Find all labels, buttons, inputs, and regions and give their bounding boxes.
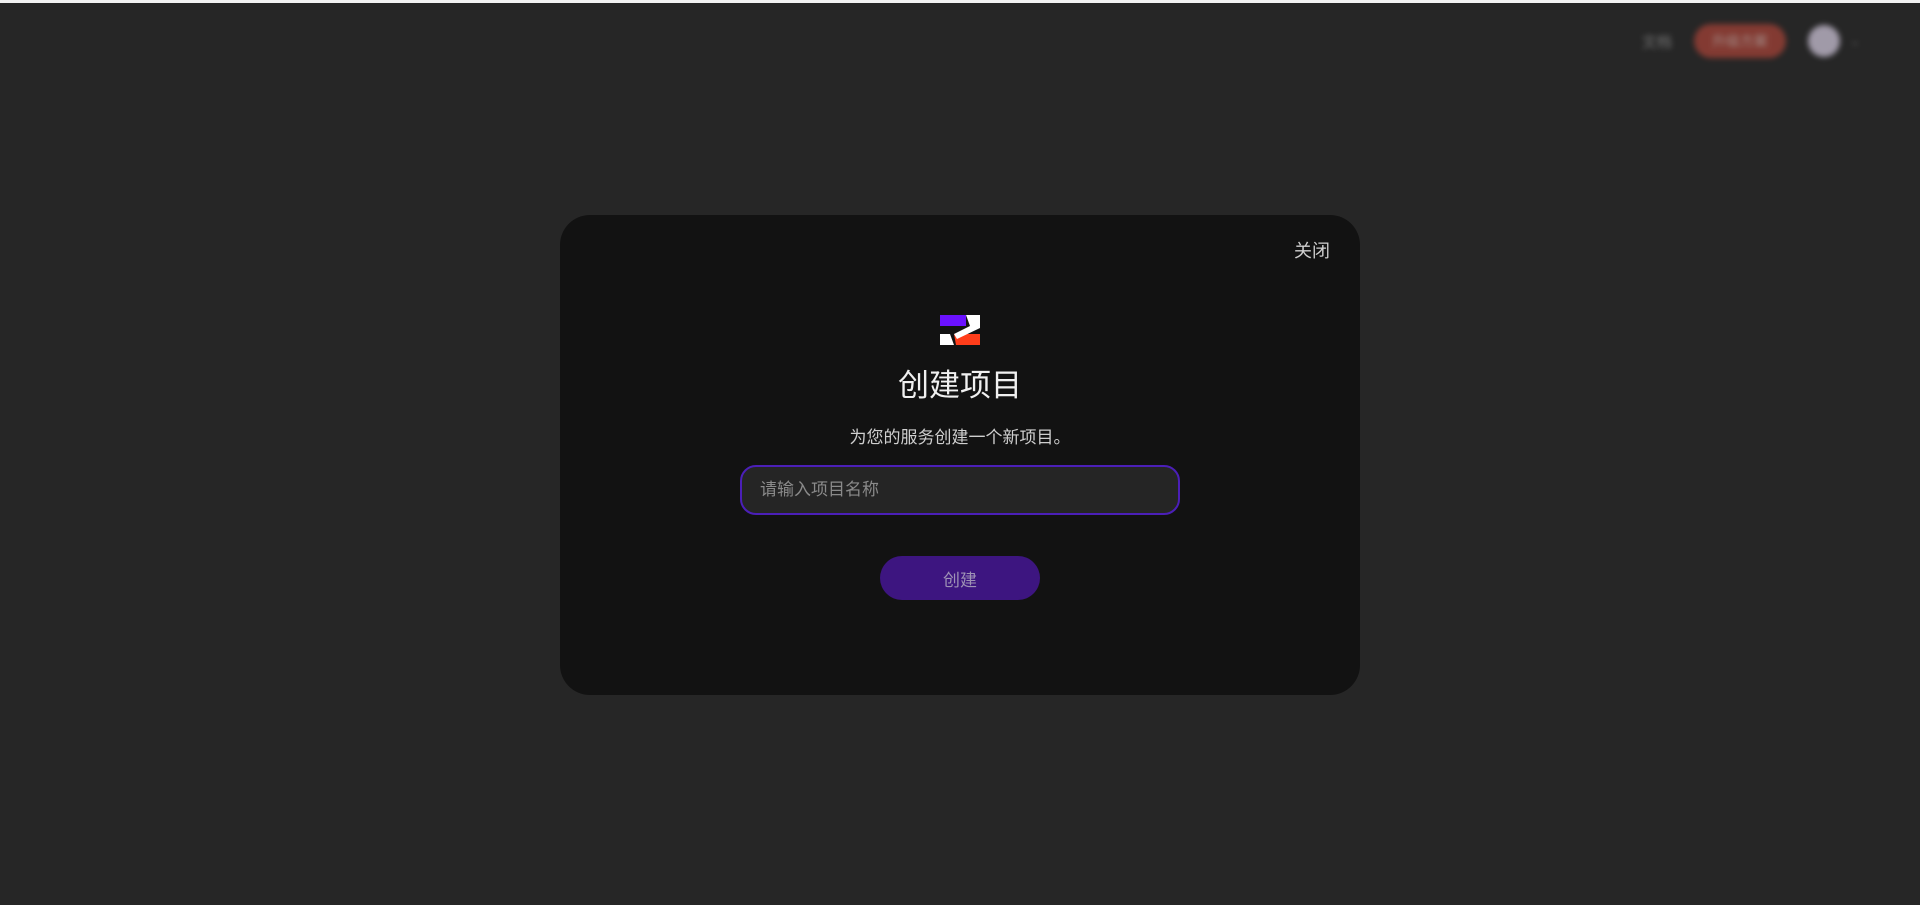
modal-overlay: 关闭 创建项目 为您的服务创建一个新项目。 创建 xyxy=(0,0,1920,905)
create-button[interactable]: 创建 xyxy=(880,556,1040,600)
brand-logo-icon xyxy=(940,315,980,345)
close-button[interactable]: 关闭 xyxy=(1294,237,1330,263)
project-name-input[interactable] xyxy=(740,465,1180,515)
dialog-subtitle: 为您的服务创建一个新项目。 xyxy=(849,428,1071,448)
dialog-title: 创建项目 xyxy=(898,368,1022,404)
create-project-dialog: 关闭 创建项目 为您的服务创建一个新项目。 创建 xyxy=(560,215,1360,695)
